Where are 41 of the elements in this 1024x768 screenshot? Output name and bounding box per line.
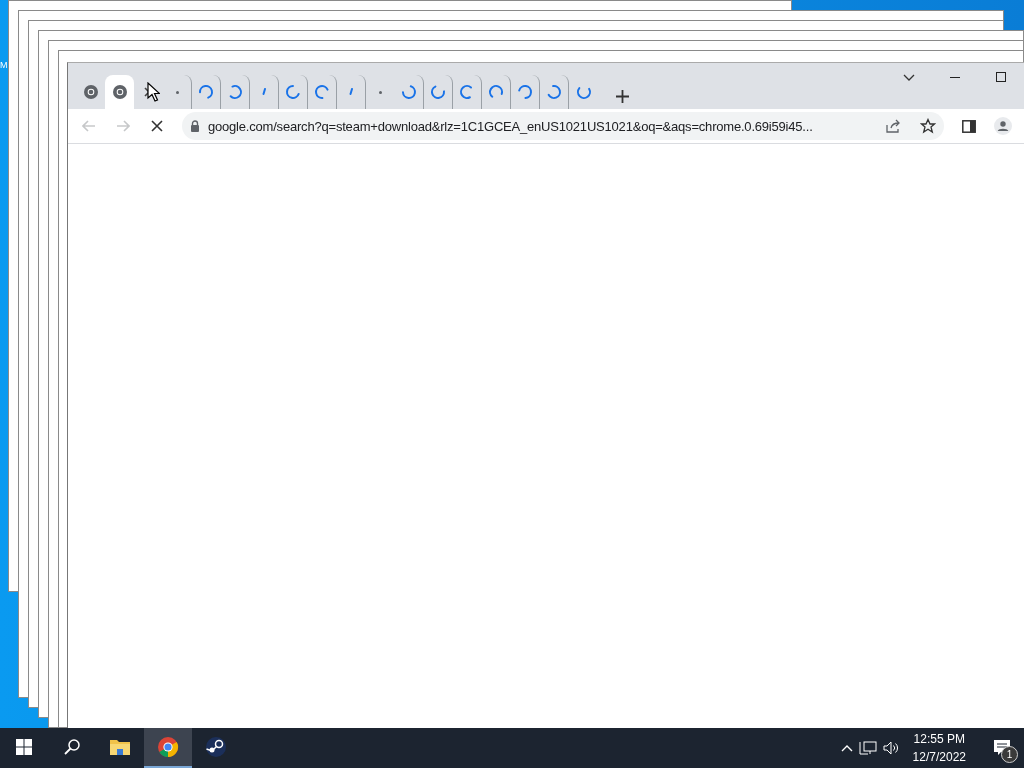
chrome-icon bbox=[157, 736, 179, 758]
spinner-icon bbox=[399, 82, 419, 102]
back-icon bbox=[82, 120, 96, 132]
plus-icon bbox=[616, 90, 629, 103]
spinner-icon bbox=[313, 83, 331, 101]
notification-button[interactable]: 1 bbox=[980, 728, 1024, 768]
spinner-icon bbox=[515, 82, 535, 102]
network-icon bbox=[858, 741, 877, 755]
lock-icon bbox=[190, 120, 200, 132]
forward-icon bbox=[116, 120, 130, 132]
close-icon bbox=[151, 120, 163, 132]
chevron-up-icon bbox=[840, 744, 853, 752]
dot-icon bbox=[379, 90, 382, 94]
notification-count: 1 bbox=[1001, 746, 1018, 763]
spinner-icon bbox=[429, 83, 447, 101]
profile-icon bbox=[994, 115, 1012, 137]
dot-icon bbox=[175, 90, 179, 94]
chrome-icon bbox=[111, 84, 128, 100]
time-text: 12:55 PM bbox=[913, 731, 965, 748]
desktop-label: M bbox=[0, 60, 8, 70]
share-icon bbox=[886, 119, 902, 133]
date-text: 12/7/2022 bbox=[912, 749, 966, 766]
url-text: google.com/search?q=steam+download&rlz=1C1GCEA_enUS1021US1021&oq=&aqs=chrome.0.69i59i45... bbox=[208, 118, 814, 134]
chevron-down-icon bbox=[903, 73, 915, 81]
chrome-icon bbox=[82, 84, 99, 100]
spinner-icon bbox=[197, 83, 215, 101]
clock[interactable]: 12:55 PM 12/7/2022 bbox=[904, 730, 974, 766]
side-panel-icon bbox=[962, 119, 976, 133]
volume-icon bbox=[882, 741, 899, 755]
spinner-icon bbox=[349, 88, 353, 96]
mouse-cursor-icon bbox=[147, 82, 160, 102]
star-icon bbox=[920, 118, 936, 134]
folder-icon bbox=[109, 738, 131, 756]
minimize-icon bbox=[950, 76, 960, 78]
windows-logo-icon bbox=[16, 739, 32, 755]
address-bar[interactable]: google.com/search?q=steam+download&rlz=1C1GCEA_enUS1021US1021&oq=&aqs=chrome.0.69i59i45... bbox=[182, 112, 944, 140]
browser-tab[interactable] bbox=[105, 75, 134, 109]
spinner-icon bbox=[262, 88, 266, 96]
steam-icon bbox=[205, 736, 227, 758]
maximize-icon bbox=[996, 72, 1006, 82]
search-icon bbox=[63, 738, 81, 756]
